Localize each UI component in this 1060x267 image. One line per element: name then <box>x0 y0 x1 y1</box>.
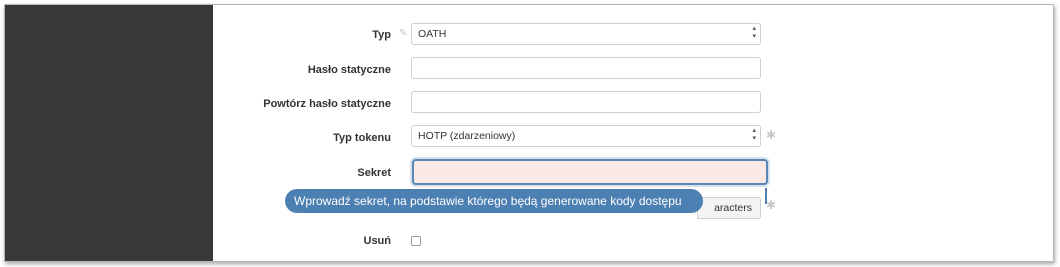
edit-icon[interactable]: ✎ <box>399 28 407 39</box>
static-password-input[interactable] <box>411 57 761 79</box>
secret-tooltip-text: Wprowadź sekret, na podstawie którego bę… <box>294 194 682 208</box>
secret-label: Sekret <box>357 167 391 179</box>
type-select[interactable]: OATH <box>411 23 761 45</box>
delete-checkbox[interactable] <box>411 236 421 246</box>
token-type-select[interactable]: HOTP (zdarzeniowy) <box>411 125 761 147</box>
delete-label: Usuń <box>363 235 392 247</box>
secret-tooltip: Wprowadź sekret, na podstawie którego bę… <box>285 189 703 213</box>
secret-input[interactable] <box>412 159 768 185</box>
sidebar <box>5 5 213 261</box>
asterisk-icon: ✱ <box>766 198 777 212</box>
token-type-select-value: HOTP (zdarzeniowy) <box>418 130 516 142</box>
tooltip-connector <box>747 188 767 204</box>
window-frame: Typ ✎ OATH Hasło statyczne Powtórz hasło… <box>4 4 1054 262</box>
static-password-label: Hasło statyczne <box>307 64 391 76</box>
repeat-static-password-label: Powtórz hasło statyczne <box>263 98 391 110</box>
type-select-value: OATH <box>418 28 447 40</box>
token-type-label: Typ tokenu <box>333 132 391 144</box>
asterisk-icon: ✱ <box>766 128 777 142</box>
type-label: Typ <box>372 29 391 41</box>
repeat-static-password-input[interactable] <box>411 91 761 113</box>
form-panel: Typ ✎ OATH Hasło statyczne Powtórz hasło… <box>213 5 1053 261</box>
